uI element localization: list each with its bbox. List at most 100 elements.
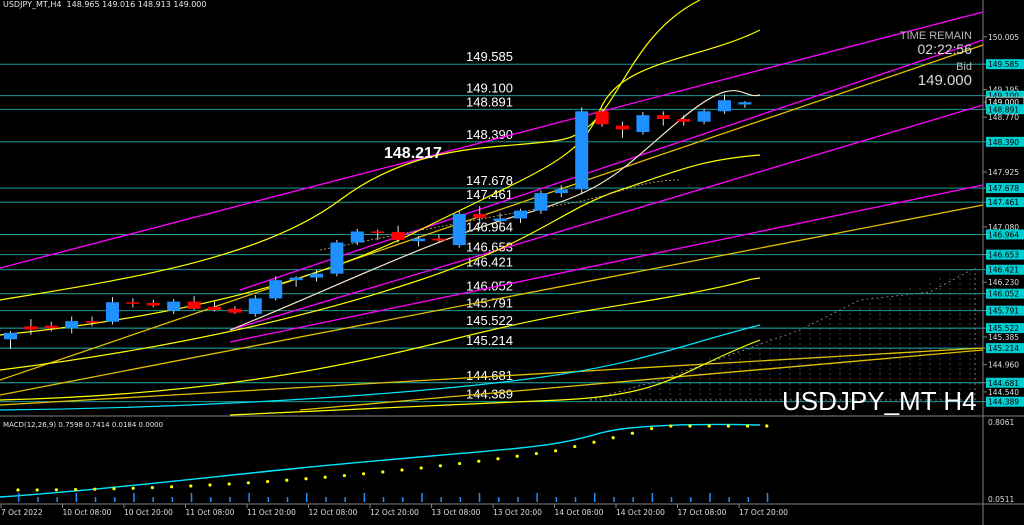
level-label: 148.891 (466, 94, 513, 109)
macd-histogram-bar (421, 493, 423, 502)
price-tick-label: 145.791 (988, 307, 1019, 316)
candle-body (575, 111, 589, 190)
candle-body (493, 218, 507, 222)
macd-histogram-bar (382, 497, 385, 502)
candle-body (85, 321, 99, 323)
price-tick-label: 145.522 (988, 324, 1019, 333)
macd-signal-dot (592, 440, 596, 444)
macd-histogram-bar (37, 497, 39, 502)
macd-signal-dot (726, 424, 731, 428)
candle-body (616, 125, 629, 130)
macd-histogram-bar (286, 497, 289, 502)
price-tick-label: 146.653 (988, 251, 1019, 260)
macd-signal-dot (515, 454, 519, 458)
macd-signal-dot (554, 449, 558, 453)
macd-signal-dot (16, 488, 20, 492)
ma-curve (0, 29, 761, 336)
time-tick-label: 13 Oct 20:00 (493, 508, 542, 517)
bid-value: 149.000 (917, 72, 972, 89)
candle-body (738, 102, 752, 105)
level-label: 145.522 (466, 313, 513, 328)
time-remain-value: 02:22:56 (917, 41, 973, 57)
macd-histogram-bar (613, 497, 615, 502)
candle-body (595, 111, 609, 125)
macd-histogram-bar (536, 493, 538, 502)
time-tick-label: 13 Oct 08:00 (432, 508, 481, 517)
macd-signal-dot (477, 459, 481, 463)
macd-signal-dot (534, 451, 539, 456)
time-tick-label: 7 Oct 2022 (1, 508, 43, 517)
symbol-timeframe: USDJPY_MT,H4 (3, 0, 62, 9)
macd-signal-dot (93, 487, 97, 491)
price-tick-label: 146.052 (988, 290, 1019, 299)
macd-histogram-bar (190, 493, 193, 502)
candle-body (289, 277, 303, 281)
macd-histogram-bar (171, 497, 174, 502)
macd-signal-dot (362, 472, 366, 476)
annotation-label: 148.217 (384, 145, 442, 162)
macd-histogram-bar (747, 497, 750, 502)
macd-signal-dot (266, 479, 270, 484)
symbol-watermark: USDJPY_MT H4 (782, 386, 977, 416)
macd-histogram-bar (632, 497, 634, 502)
macd-histogram-bar (344, 497, 346, 502)
macd-signal-dot (150, 485, 154, 490)
macd-line (0, 423, 761, 498)
candle-body (452, 213, 466, 246)
macd-signal-dot (458, 461, 462, 466)
candle-body (106, 302, 119, 322)
time-tick-label: 10 Oct 08:00 (63, 508, 112, 517)
candle-body (432, 238, 446, 241)
macd-signal-dot (765, 424, 769, 428)
price-tick-label: 144.540 (988, 388, 1019, 397)
macd-signal-dot (400, 468, 404, 472)
macd-histogram-bar (459, 497, 462, 502)
macd-histogram-bar (56, 497, 58, 502)
ma-curve (0, 277, 761, 401)
macd-histogram-bar (709, 493, 711, 502)
candle-body (554, 189, 568, 194)
price-tick-label: 150.005 (988, 33, 1019, 42)
candle-body (350, 231, 364, 243)
macd-signal-dot (131, 486, 135, 490)
macd-signal-dot (381, 470, 385, 474)
macd-values: 0.7598 0.7414 0.0184 0.0000 (58, 421, 164, 429)
macd-histogram-bar (210, 497, 212, 502)
candle-body (208, 306, 221, 311)
price-tick-label: 147.678 (988, 184, 1019, 193)
time-tick-label: 12 Oct 20:00 (370, 508, 419, 517)
macd-histogram-bar (306, 493, 308, 502)
candle-body (248, 298, 262, 314)
macd-signal-dot (573, 444, 577, 449)
macd-axis-bottom: 0.0511 (988, 495, 1014, 504)
macd-histogram-bar (133, 493, 135, 502)
level-label: 146.964 (466, 219, 513, 234)
macd-signal-dot (170, 485, 174, 489)
candle-body (514, 210, 527, 219)
candle-body (677, 119, 691, 122)
time-tick-label: 17 Oct 20:00 (739, 508, 788, 517)
candle-body (656, 115, 670, 120)
macd-signal-dot (189, 484, 193, 488)
candle-body (534, 193, 548, 211)
macd-signal-dot (304, 477, 308, 481)
ma-curve (0, 154, 761, 371)
macd-histogram-bar (574, 497, 577, 502)
macd-signal-dot (496, 457, 500, 461)
time-tick-label: 11 Oct 20:00 (247, 508, 296, 517)
price-tick-label: 147.925 (988, 168, 1019, 177)
time-tick-label: 12 Oct 08:00 (309, 508, 358, 517)
price-tick-label: 148.770 (988, 113, 1019, 122)
price-tick-label: 145.385 (988, 333, 1019, 342)
macd-signal-dot (650, 426, 654, 431)
candle-body (391, 232, 405, 240)
macd-histogram-bar (75, 493, 78, 502)
macd-signal-dot (611, 436, 615, 440)
time-tick-label: 10 Oct 20:00 (124, 508, 173, 517)
candle-body (44, 325, 58, 329)
price-tick-label: 149.585 (988, 60, 1019, 69)
macd-histogram-bar (651, 493, 654, 502)
price-chart[interactable]: 149.585149.100148.891148.390147.678147.4… (0, 0, 1024, 525)
level-label: 145.214 (466, 333, 513, 348)
macd-histogram-bar (363, 493, 366, 502)
